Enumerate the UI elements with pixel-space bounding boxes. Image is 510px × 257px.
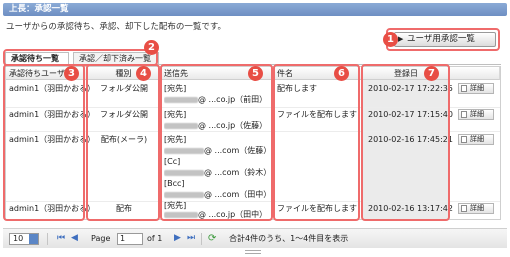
last-page-icon[interactable]: ⏭	[187, 232, 195, 245]
row3-user: admin1（羽田かおる）	[9, 135, 96, 144]
next-page-icon[interactable]: ▶	[174, 232, 181, 245]
row2-to-label: [宛先]	[164, 110, 187, 119]
row3-type: 配布(メーラ)	[100, 135, 148, 144]
row1-subject: 配布します	[277, 84, 317, 93]
play-arrow-icon: ▶	[398, 35, 404, 43]
row-divider	[6, 131, 500, 132]
page-of-label: of 1	[147, 234, 163, 243]
pagination-bar: 10 ⏮ ◀ Page 1 of 1 ▶ ⏭ ⟳ 合計4件のうち、1〜4件目を表…	[3, 228, 507, 248]
detail-label: 詳細	[470, 135, 484, 143]
page-description: ユーザからの承認待ち、承認、却下した配布の一覧です。	[6, 22, 226, 32]
tab-approved-rejected[interactable]: 承認／却下済み一覧	[73, 52, 159, 64]
row4-subject: ファイルを配布します	[277, 204, 357, 213]
resize-grip-icon[interactable]	[245, 250, 261, 254]
user-approval-list-label: ユーザ用承認一覧	[407, 34, 475, 44]
row3-to-address: @ ...com（佐藤）	[164, 145, 271, 156]
pager-separator	[201, 233, 202, 245]
row-divider	[6, 201, 500, 202]
callout-badge-3: 3	[64, 66, 79, 81]
row2-subject: ファイルを配布します	[277, 110, 357, 119]
pager-summary: 合計4件のうち、1〜4件目を表示	[229, 234, 349, 243]
row3-bcc-address: @ ...com（田中）	[164, 189, 271, 200]
user-approval-list-button[interactable]: ▶ ユーザ用承認一覧	[394, 32, 496, 47]
row3-cc-address: @ ...com（鈴木）	[164, 167, 271, 178]
row1-to-label: [宛先]	[164, 84, 187, 93]
row1-type: フォルダ公開	[100, 84, 148, 93]
row1-to-address: @ ...co.jp（前田）	[164, 94, 267, 105]
row3-detail-button[interactable]: 詳細	[458, 134, 494, 145]
row4-user: admin1（羽田かおる）	[9, 204, 96, 213]
approval-grid: 承認待ちユーザ 種別 送信先 件名 登録日 admin1（羽田かおる） フォルダ…	[5, 66, 501, 220]
row1-detail-button[interactable]: 詳細	[458, 83, 494, 94]
row4-date: 2010-02-16 13:17:42	[368, 204, 453, 213]
detail-label: 詳細	[470, 84, 484, 92]
row3-date: 2010-02-16 17:45:21	[368, 135, 453, 144]
row1-date: 2010-02-17 17:22:35	[368, 84, 453, 93]
column-header-actions	[450, 67, 500, 80]
row2-detail-button[interactable]: 詳細	[458, 109, 494, 120]
document-icon	[461, 85, 467, 92]
row3-to-label: [宛先]	[164, 135, 187, 144]
page-size-value: 10	[13, 234, 24, 243]
row-divider	[6, 107, 500, 108]
tab-pending[interactable]: 承認待ち一覧	[5, 52, 69, 64]
row3-cc-label: [Cc]	[164, 157, 181, 166]
select-caret-icon	[29, 234, 38, 244]
row4-detail-button[interactable]: 詳細	[458, 203, 494, 214]
detail-label: 詳細	[470, 204, 484, 212]
document-icon	[461, 205, 467, 212]
tab-divider	[5, 64, 501, 65]
row2-to-address: @ ...co.jp（佐藤）	[164, 120, 267, 131]
row4-type: 配布	[116, 204, 132, 213]
callout-badge-7: 7	[424, 66, 439, 81]
document-icon	[461, 111, 467, 118]
page-title: 上長：承認一覧	[3, 3, 507, 16]
callout-badge-4: 4	[136, 66, 151, 81]
callout-badge-5: 5	[248, 66, 263, 81]
page-label: Page	[91, 234, 111, 243]
row4-to-address: @ ...co.jp（田中）	[164, 209, 267, 220]
column-header-subject[interactable]: 件名	[274, 67, 363, 80]
row1-user: admin1（羽田かおる）	[9, 84, 96, 93]
detail-label: 詳細	[470, 110, 484, 118]
row2-date: 2010-02-17 17:15:40	[368, 110, 453, 119]
document-icon	[461, 136, 467, 143]
row3-bcc-label: [Bcc]	[164, 179, 185, 188]
row2-user: admin1（羽田かおる）	[9, 110, 96, 119]
callout-badge-2: 2	[144, 40, 159, 55]
callout-badge-6: 6	[334, 66, 349, 81]
page-size-select[interactable]: 10	[9, 233, 39, 245]
page-number-input[interactable]: 1	[117, 233, 143, 245]
pager-separator	[47, 233, 48, 245]
prev-page-icon[interactable]: ◀	[71, 232, 78, 245]
row2-type: フォルダ公開	[100, 110, 148, 119]
callout-badge-1: 1	[383, 32, 398, 47]
first-page-icon[interactable]: ⏮	[57, 232, 65, 245]
refresh-icon[interactable]: ⟳	[208, 233, 219, 244]
